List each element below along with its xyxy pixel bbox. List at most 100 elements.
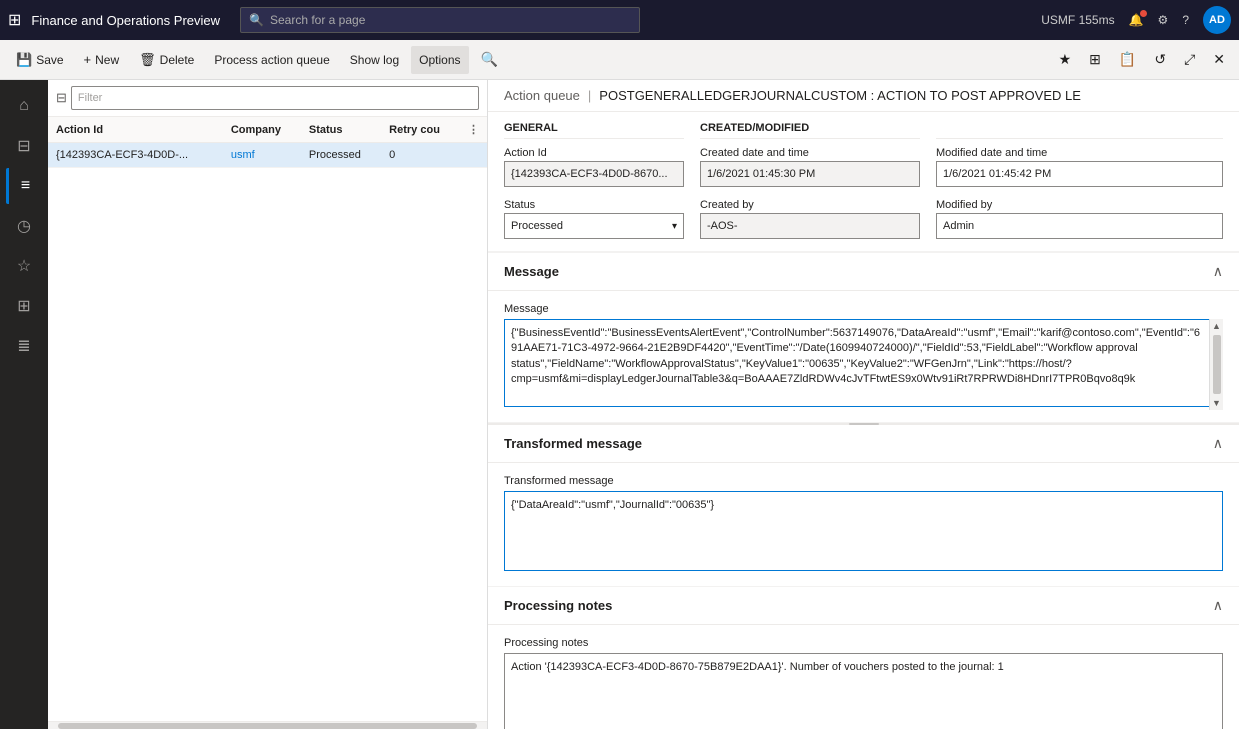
status-dropdown[interactable]: Processed ▾ bbox=[504, 213, 684, 239]
transformed-section-header[interactable]: Transformed message ∧ bbox=[488, 425, 1239, 463]
delete-button[interactable]: 🗑 Delete bbox=[131, 46, 202, 74]
col-more: ⋮ bbox=[460, 117, 487, 143]
table-header-row: Action Id Company Status Retry cou ⋮ bbox=[48, 117, 487, 143]
transformed-section: Transformed message ∧ Transformed messag… bbox=[488, 425, 1239, 586]
personalize-icon[interactable]: ⊞ bbox=[1083, 47, 1107, 72]
list-table: Action Id Company Status Retry cou ⋮ {14… bbox=[48, 117, 487, 721]
cell-company: usmf bbox=[223, 143, 301, 168]
toolbar: 💾 Save + New 🗑 Delete Process action que… bbox=[0, 40, 1239, 80]
message-textarea[interactable]: {"BusinessEventId":"BusinessEventsAlertE… bbox=[504, 319, 1223, 407]
col-action-id[interactable]: Action Id bbox=[48, 117, 223, 143]
created-date-value: 1/6/2021 01:45:30 PM bbox=[700, 161, 920, 187]
list-toolbar: ⊟ bbox=[48, 80, 487, 117]
table-row[interactable]: {142393CA-ECF3-4D0D-... usmf Processed 0 bbox=[48, 143, 487, 168]
favorites-icon[interactable]: ★ bbox=[1053, 47, 1078, 72]
sidebar-table-icon[interactable]: ⊞ bbox=[6, 288, 42, 324]
notification-icon[interactable]: 🔔 bbox=[1129, 13, 1144, 27]
help-icon[interactable]: ? bbox=[1182, 13, 1189, 27]
main-layout: ⌂ ⊟ ≡ ◷ ☆ ⊞ ≣ ⊟ Action Id Company Status… bbox=[0, 80, 1239, 729]
filter-toggle-icon[interactable]: ⊟ bbox=[56, 90, 67, 106]
sidebar-list-icon[interactable]: ≡ bbox=[6, 168, 42, 204]
breadcrumb-queue: Action queue bbox=[504, 88, 580, 103]
detail-panel: Action queue | POSTGENERALLEDGERJOURNALC… bbox=[488, 80, 1239, 729]
status-group: Status Processed ▾ bbox=[504, 199, 684, 239]
created-date-group: Created date and time 1/6/2021 01:45:30 … bbox=[700, 147, 920, 187]
cell-action-id: {142393CA-ECF3-4D0D-... bbox=[48, 143, 223, 168]
processing-notes-body: Processing notes Action '{142393CA-ECF3-… bbox=[488, 625, 1239, 729]
sidebar-home-icon[interactable]: ⌂ bbox=[6, 88, 42, 124]
audit-icon[interactable]: 📋 bbox=[1113, 47, 1142, 72]
processing-notes-label: Processing notes bbox=[504, 637, 1223, 649]
refresh-icon[interactable]: ↺ bbox=[1148, 47, 1172, 72]
expand-icon[interactable]: ⤢ bbox=[1178, 47, 1201, 72]
sidebar-bookmark-icon[interactable]: ☆ bbox=[6, 248, 42, 284]
process-action-queue-button[interactable]: Process action queue bbox=[206, 46, 337, 74]
created-by-value: -AOS- bbox=[700, 213, 920, 239]
created-date-label: Created date and time bbox=[700, 147, 920, 159]
message-field-label: Message bbox=[504, 303, 1223, 315]
list-scrollbar[interactable] bbox=[48, 721, 487, 729]
message-section-title: Message bbox=[504, 264, 559, 279]
cell-retry: 0 bbox=[381, 143, 460, 168]
settings-icon[interactable]: ⚙ bbox=[1158, 13, 1169, 27]
delete-icon: 🗑 bbox=[139, 52, 156, 68]
scroll-thumb bbox=[1213, 335, 1221, 394]
modified-by-group: Modified by Admin bbox=[936, 199, 1223, 239]
created-by-label: Created by bbox=[700, 199, 920, 211]
message-field-container: {"BusinessEventId":"BusinessEventsAlertE… bbox=[504, 319, 1223, 410]
company-link[interactable]: usmf bbox=[231, 149, 255, 161]
modified-date-value[interactable] bbox=[936, 161, 1223, 187]
general-section: GENERAL CREATED/MODIFIED Action Id {1423… bbox=[488, 112, 1239, 251]
sidebar-settings-icon[interactable]: ≣ bbox=[6, 328, 42, 364]
scroll-up-btn[interactable]: ▲ bbox=[1210, 319, 1224, 333]
status-label: Status bbox=[504, 199, 684, 211]
action-id-group: Action Id {142393CA-ECF3-4D0D-8670... bbox=[504, 147, 684, 187]
left-sidebar: ⌂ ⊟ ≡ ◷ ☆ ⊞ ≣ bbox=[0, 80, 48, 729]
processing-notes-textarea: Action '{142393CA-ECF3-4D0D-8670-75B879E… bbox=[504, 653, 1223, 729]
close-icon[interactable]: ✕ bbox=[1207, 47, 1231, 72]
message-section-header[interactable]: Message ∧ bbox=[488, 253, 1239, 291]
filter-input[interactable] bbox=[71, 86, 479, 110]
processing-notes-section: Processing notes ∧ Processing notes Acti… bbox=[488, 587, 1239, 729]
search-placeholder: Search for a page bbox=[270, 13, 365, 27]
scroll-down-btn[interactable]: ▼ bbox=[1210, 396, 1224, 410]
breadcrumb-action: POSTGENERALLEDGERJOURNALCUSTOM : ACTION … bbox=[599, 88, 1081, 103]
save-icon: 💾 bbox=[16, 52, 32, 68]
save-button[interactable]: 💾 Save bbox=[8, 46, 72, 74]
show-log-button[interactable]: Show log bbox=[342, 46, 407, 74]
transformed-section-body: Transformed message {"DataAreaId":"usmf"… bbox=[488, 463, 1239, 586]
col-retry[interactable]: Retry cou bbox=[381, 117, 460, 143]
sidebar-filter-icon[interactable]: ⊟ bbox=[6, 128, 42, 164]
search-icon: 🔍 bbox=[249, 13, 264, 27]
app-grid-icon[interactable]: ⊞ bbox=[8, 10, 21, 30]
message-chevron-icon: ∧ bbox=[1213, 263, 1223, 280]
transformed-chevron-icon: ∧ bbox=[1213, 435, 1223, 452]
list-panel: ⊟ Action Id Company Status Retry cou ⋮ {… bbox=[48, 80, 488, 729]
cell-status: Processed bbox=[301, 143, 381, 168]
col-status[interactable]: Status bbox=[301, 117, 381, 143]
created-modified-header: CREATED/MODIFIED bbox=[700, 122, 920, 139]
options-button[interactable]: Options bbox=[411, 46, 468, 74]
processing-notes-title: Processing notes bbox=[504, 598, 612, 613]
search-bar[interactable]: 🔍 Search for a page bbox=[240, 7, 640, 33]
breadcrumb-separator: | bbox=[588, 88, 591, 103]
message-scrollbar[interactable]: ▲ ▼ bbox=[1209, 319, 1223, 410]
toolbar-search-button[interactable]: 🔍 bbox=[477, 47, 502, 72]
processing-notes-chevron-icon: ∧ bbox=[1213, 597, 1223, 614]
modified-by-label: Modified by bbox=[936, 199, 1223, 211]
action-id-label: Action Id bbox=[504, 147, 684, 159]
transformed-field-label: Transformed message bbox=[504, 475, 1223, 487]
processing-notes-header[interactable]: Processing notes ∧ bbox=[488, 587, 1239, 625]
dropdown-chevron-icon: ▾ bbox=[672, 221, 677, 232]
toolbar-right: ★ ⊞ 📋 ↺ ⤢ ✕ bbox=[1053, 47, 1231, 72]
created-by-group: Created by -AOS- bbox=[700, 199, 920, 239]
new-button[interactable]: + New bbox=[76, 46, 128, 74]
transformed-textarea[interactable]: {"DataAreaId":"usmf","JournalId":"00635"… bbox=[504, 491, 1223, 571]
sidebar-clock-icon[interactable]: ◷ bbox=[6, 208, 42, 244]
user-avatar[interactable]: AD bbox=[1203, 6, 1231, 34]
transformed-section-title: Transformed message bbox=[504, 436, 642, 451]
action-id-value: {142393CA-ECF3-4D0D-8670... bbox=[504, 161, 684, 187]
message-section-body: Message {"BusinessEventId":"BusinessEven… bbox=[488, 291, 1239, 422]
modified-date-group: Modified date and time bbox=[936, 147, 1223, 187]
col-company[interactable]: Company bbox=[223, 117, 301, 143]
